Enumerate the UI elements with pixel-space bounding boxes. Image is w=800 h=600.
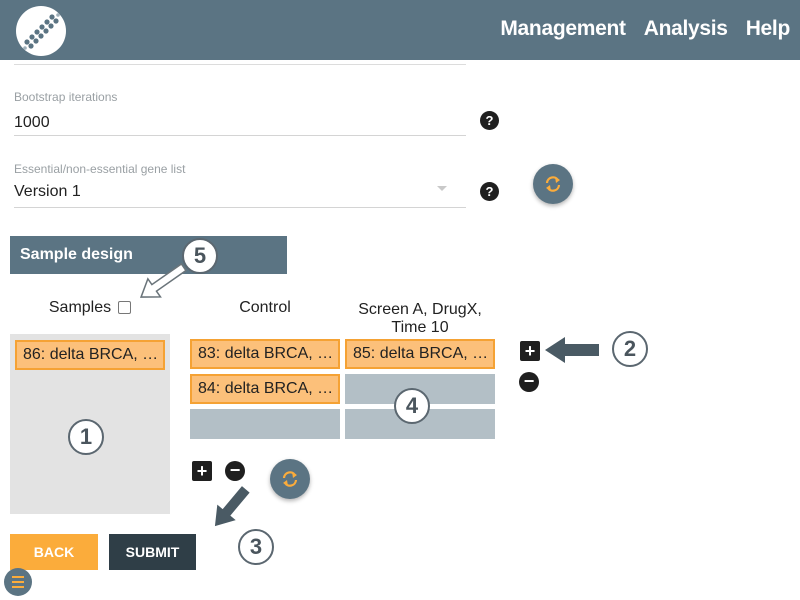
control-chip[interactable]: 84: delta BRCA, …: [190, 374, 340, 404]
main-nav: Management Analysis Help: [500, 17, 790, 41]
bootstrap-input[interactable]: 1000: [14, 114, 50, 132]
gene-list-underline: [14, 207, 466, 208]
divider: [14, 64, 466, 65]
bootstrap-label: Bootstrap iterations: [14, 90, 118, 104]
refresh-icon: [282, 471, 298, 487]
control-empty-slot[interactable]: [190, 409, 340, 439]
page: Management Analysis Help Bootstrap itera…: [0, 0, 800, 600]
select-all-samples-checkbox[interactable]: [118, 301, 131, 314]
screen-column-title-line2: Time 10: [391, 319, 449, 336]
menu-icon[interactable]: [4, 568, 32, 596]
nav-management[interactable]: Management: [500, 17, 626, 41]
add-condition-button[interactable]: +: [520, 341, 540, 361]
screen-column-title: Screen A, DrugX, Time 10: [340, 301, 500, 337]
control-column-title: Control: [239, 299, 291, 316]
callout-3: 3: [238, 529, 274, 565]
chevron-down-icon[interactable]: [437, 186, 447, 191]
bootstrap-underline: [14, 135, 466, 136]
screen-chip[interactable]: 85: delta BRCA, …: [345, 339, 495, 369]
screen-column-title-line1: Screen A, DrugX,: [358, 301, 482, 318]
nav-help[interactable]: Help: [746, 17, 791, 41]
refresh-icon: [545, 176, 561, 192]
sample-chip[interactable]: 86: delta BRCA, …: [15, 340, 165, 370]
add-row-button[interactable]: +: [192, 461, 212, 481]
reset-design-button[interactable]: [270, 459, 310, 499]
top-navbar: Management Analysis Help: [0, 0, 800, 60]
samples-column-title: Samples: [48, 299, 112, 316]
callout-arrow-3: [214, 486, 250, 527]
refresh-gene-list-button[interactable]: [533, 164, 573, 204]
gene-list-help-icon[interactable]: ?: [480, 182, 499, 201]
remove-row-button[interactable]: −: [225, 461, 245, 481]
submit-button[interactable]: SUBMIT: [109, 534, 196, 570]
nav-analysis[interactable]: Analysis: [644, 17, 728, 41]
gene-list-label: Essential/non-essential gene list: [14, 162, 186, 176]
back-button[interactable]: BACK: [10, 534, 98, 570]
control-chip[interactable]: 83: delta BRCA, …: [190, 339, 340, 369]
remove-condition-button[interactable]: −: [519, 372, 539, 392]
callout-2: 2: [612, 331, 648, 367]
callout-1: 1: [68, 419, 104, 455]
bootstrap-help-icon[interactable]: ?: [480, 111, 499, 130]
gene-list-select[interactable]: Version 1: [14, 183, 81, 201]
dna-logo-icon[interactable]: [16, 6, 66, 56]
callout-4: 4: [394, 388, 430, 424]
callout-arrow-5: [139, 262, 187, 298]
callout-arrow-2: [545, 337, 599, 363]
